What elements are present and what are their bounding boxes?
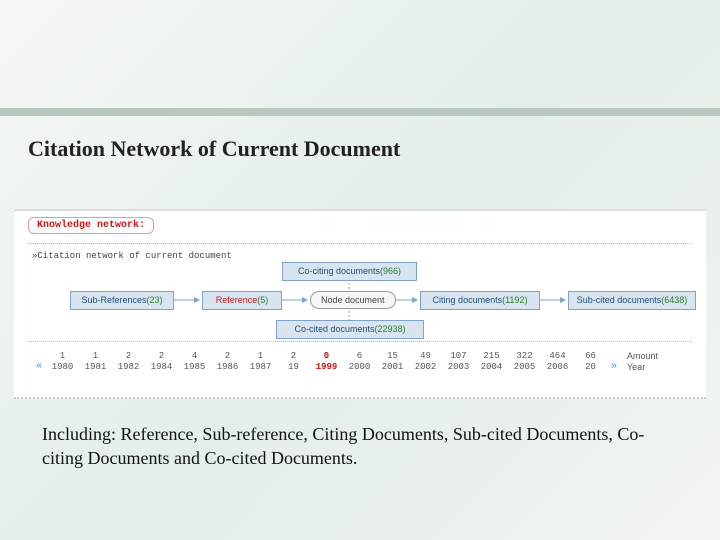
timeline-amount-cell: 2 bbox=[145, 351, 178, 361]
timeline-year-cell[interactable]: 2004 bbox=[475, 362, 508, 372]
box-label: Co-cited documents bbox=[294, 324, 374, 334]
citation-network-panel: Knowledge network: »Citation network of … bbox=[14, 209, 706, 399]
timeline-amount-cell: 2 bbox=[277, 351, 310, 361]
box-count: (966) bbox=[380, 266, 401, 276]
header-divider bbox=[0, 108, 720, 116]
box-co-cited[interactable]: Co-cited documents(22938) bbox=[276, 320, 424, 339]
timeline-amount-cell: 215 bbox=[475, 351, 508, 361]
timeline-year-cell[interactable]: 1985 bbox=[178, 362, 211, 372]
box-label: Citing documents bbox=[433, 295, 503, 305]
timeline-amount-cell: 1 bbox=[79, 351, 112, 361]
description-text: Including: Reference, Sub-reference, Cit… bbox=[42, 422, 652, 471]
timeline-amount-cell: 0 bbox=[310, 351, 343, 361]
timeline-amount-cell: 322 bbox=[508, 351, 541, 361]
timeline-amount-cell: 107 bbox=[442, 351, 475, 361]
timeline-amount-cell: 1 bbox=[244, 351, 277, 361]
box-label: Reference bbox=[216, 295, 258, 305]
node-label: Node document bbox=[321, 295, 385, 305]
rule-mid bbox=[28, 341, 692, 342]
timeline-year-cell[interactable]: 2006 bbox=[541, 362, 574, 372]
timeline-year-cell[interactable]: 1982 bbox=[112, 362, 145, 372]
box-label: Sub-References bbox=[81, 295, 146, 305]
timeline-next-icon[interactable]: » bbox=[607, 361, 621, 372]
box-count: (23) bbox=[147, 295, 163, 305]
box-reference[interactable]: Reference(5) bbox=[202, 291, 282, 310]
box-count: (22938) bbox=[375, 324, 406, 334]
timeline-amount-cell: 2 bbox=[211, 351, 244, 361]
timeline-year-cell[interactable]: 2003 bbox=[442, 362, 475, 372]
timeline-amount-cell: 6 bbox=[343, 351, 376, 361]
timeline-amount-row: 1122421206154910721532246466 Amount bbox=[32, 351, 688, 361]
timeline-year-cell[interactable]: 1986 bbox=[211, 362, 244, 372]
timeline-year-cell[interactable]: 1980 bbox=[46, 362, 79, 372]
timeline-year-cell[interactable]: 2000 bbox=[343, 362, 376, 372]
timeline-year-cell[interactable]: 1984 bbox=[145, 362, 178, 372]
timeline-year-row: « 19801981198219841985198619871919992000… bbox=[32, 361, 688, 372]
timeline-amount-cell: 49 bbox=[409, 351, 442, 361]
timeline-amount-cell: 15 bbox=[376, 351, 409, 361]
timeline-year-cell[interactable]: 19 bbox=[277, 362, 310, 372]
timeline-year-cell[interactable]: 2002 bbox=[409, 362, 442, 372]
timeline-amount-cell: 66 bbox=[574, 351, 607, 361]
timeline-year-cell[interactable]: 1987 bbox=[244, 362, 277, 372]
timeline-year-cell[interactable]: 1981 bbox=[79, 362, 112, 372]
rule-top bbox=[28, 243, 692, 244]
node-document[interactable]: Node document bbox=[310, 291, 396, 309]
page-title: Citation Network of Current Document bbox=[28, 136, 400, 162]
box-count: (6438) bbox=[661, 295, 687, 305]
box-count: (5) bbox=[257, 295, 268, 305]
timeline-amount-cell: 1 bbox=[46, 351, 79, 361]
box-sub-cited[interactable]: Sub-cited documents(6438) bbox=[568, 291, 696, 310]
box-sub-references[interactable]: Sub-References(23) bbox=[70, 291, 174, 310]
timeline-year-cell[interactable]: 2001 bbox=[376, 362, 409, 372]
year-label: Year bbox=[627, 362, 645, 372]
timeline-year-cell[interactable]: 20 bbox=[574, 362, 607, 372]
panel-subheader: »Citation network of current document bbox=[32, 251, 232, 261]
box-label: Sub-cited documents bbox=[577, 295, 662, 305]
timeline-prev-icon[interactable]: « bbox=[32, 361, 46, 372]
knowledge-network-tag: Knowledge network: bbox=[28, 217, 154, 234]
citation-diagram: Sub-References(23) Reference(5) Node doc… bbox=[14, 261, 706, 339]
timeline-year-cell[interactable]: 1999 bbox=[310, 362, 343, 372]
box-label: Co-citing documents bbox=[298, 266, 380, 276]
timeline: 1122421206154910721532246466 Amount « 19… bbox=[32, 351, 688, 372]
box-count: (1192) bbox=[502, 295, 527, 305]
box-citing[interactable]: Citing documents(1192) bbox=[420, 291, 540, 310]
amount-label: Amount bbox=[627, 351, 658, 361]
box-co-citing[interactable]: Co-citing documents(966) bbox=[282, 262, 417, 281]
timeline-year-cell[interactable]: 2005 bbox=[508, 362, 541, 372]
timeline-amount-cell: 464 bbox=[541, 351, 574, 361]
timeline-amount-cell: 4 bbox=[178, 351, 211, 361]
timeline-amount-cell: 2 bbox=[112, 351, 145, 361]
